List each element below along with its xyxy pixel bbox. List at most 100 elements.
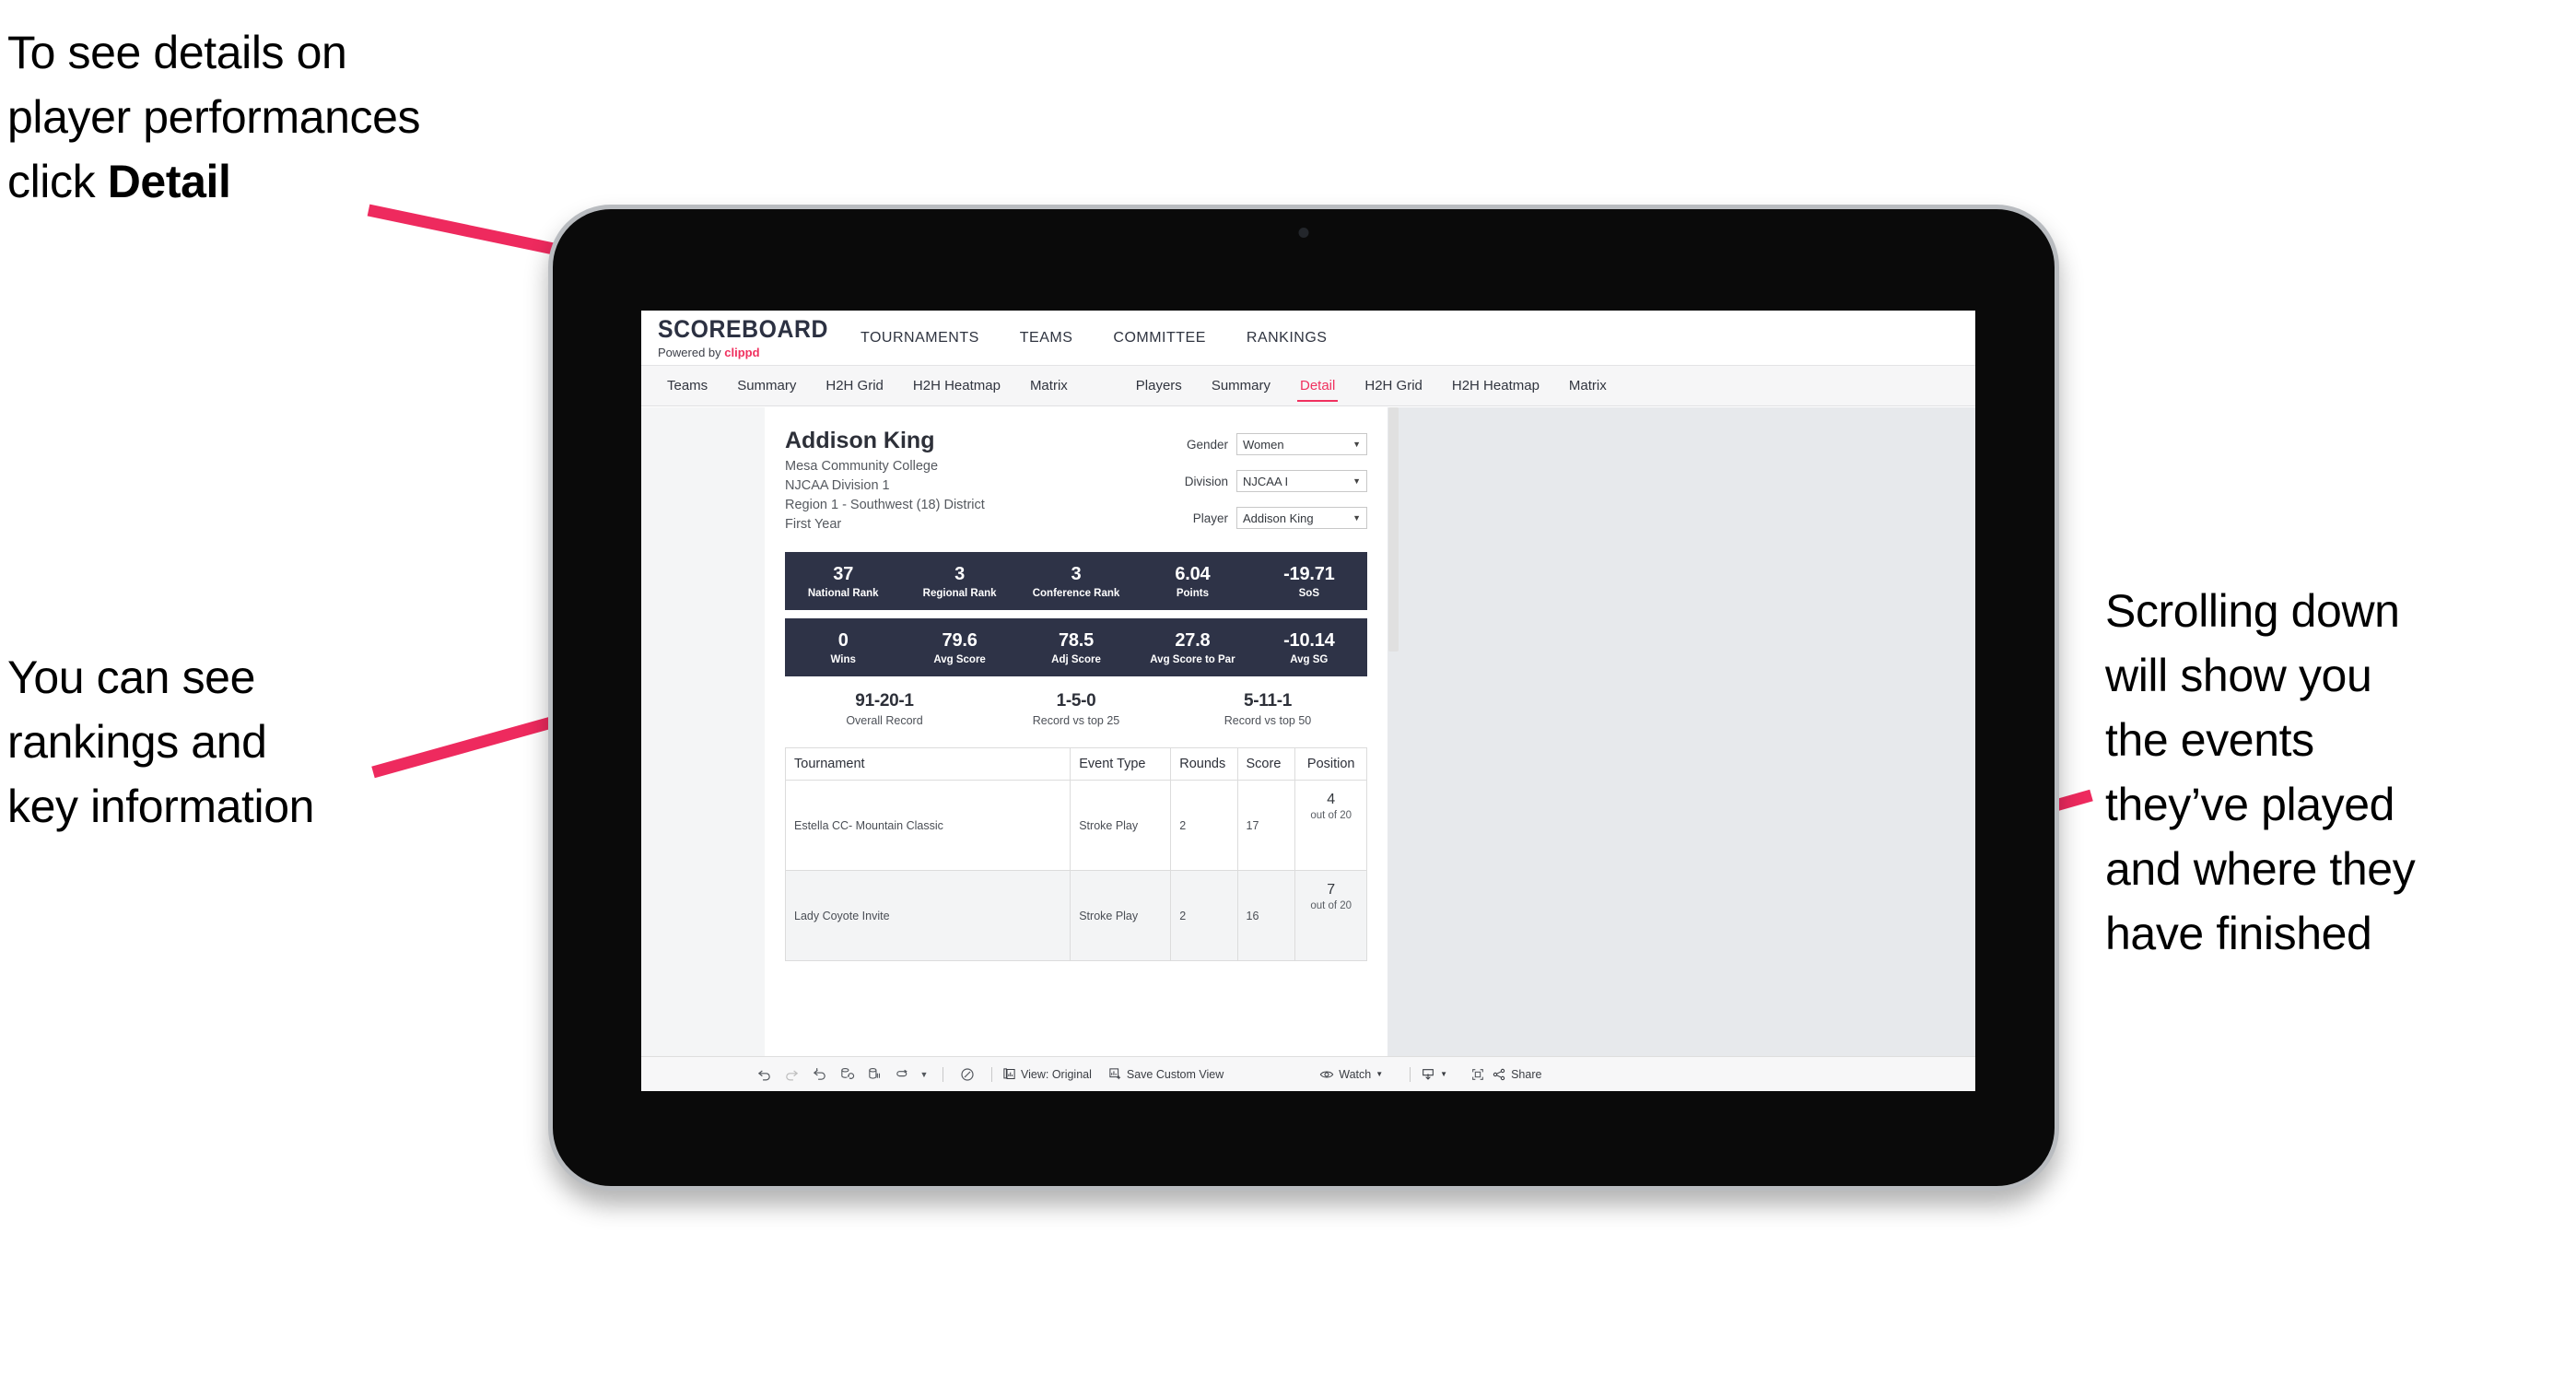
- eye-icon: [1319, 1067, 1334, 1082]
- position-value: 4: [1327, 792, 1336, 807]
- record-vs-top-50: 5-11-1 Record vs top 50: [1172, 691, 1364, 727]
- brand-title: SCOREBOARD: [658, 314, 828, 343]
- watch-button[interactable]: Watch ▼: [1319, 1067, 1383, 1082]
- share-icon: [1492, 1067, 1506, 1082]
- stat-label: Avg Score to Par: [1150, 653, 1235, 665]
- col-header-score[interactable]: Score: [1236, 747, 1296, 781]
- stat-value: 37: [833, 563, 854, 584]
- events-table-head: Tournament Event Type Rounds Score Posit…: [784, 747, 1367, 781]
- cell-rounds: 2: [1170, 780, 1238, 871]
- view-icon: [1002, 1067, 1016, 1081]
- topnav-item-teams[interactable]: TEAMS: [1000, 324, 1094, 352]
- view-original-button[interactable]: View: Original: [1002, 1067, 1092, 1081]
- filter-row-gender: Gender Women ▼: [1163, 433, 1367, 455]
- undo-icon[interactable]: [750, 1063, 778, 1086]
- fullscreen-icon[interactable]: [1464, 1063, 1492, 1086]
- topnav-item-committee[interactable]: COMMITTEE: [1093, 324, 1226, 352]
- download-button[interactable]: ▼: [1421, 1067, 1447, 1082]
- filter-select-division[interactable]: NJCAA I ▼: [1236, 470, 1367, 492]
- subnav-item-teams[interactable]: Teams: [654, 371, 720, 400]
- refresh-data-icon[interactable]: [833, 1063, 861, 1086]
- stat-value: 3: [1071, 563, 1082, 584]
- redo-icon[interactable]: [778, 1063, 805, 1086]
- subnav-item-teams-summary[interactable]: Summary: [724, 371, 809, 400]
- stat-label: Avg Score: [933, 653, 986, 665]
- presentation-mode-icon[interactable]: [954, 1063, 981, 1086]
- stat-label: Avg SG: [1290, 653, 1329, 665]
- player-name: Addison King: [785, 428, 935, 453]
- record-vs-top-25: 1-5-0 Record vs top 25: [980, 691, 1172, 727]
- pause-data-icon[interactable]: [861, 1063, 888, 1086]
- record-label: Record vs top 50: [1224, 714, 1312, 727]
- table-header-row: Tournament Event Type Rounds Score Posit…: [784, 747, 1367, 781]
- filter-value-division: NJCAA I: [1243, 474, 1289, 488]
- topnav-item-tournaments[interactable]: TOURNAMENTS: [840, 324, 1000, 352]
- workspace-left-rail: [641, 407, 765, 1056]
- callout-detail: To see details on player performances cl…: [7, 20, 597, 214]
- screenshot-root: To see details on player performances cl…: [0, 0, 2576, 1386]
- share-button[interactable]: Share: [1492, 1067, 1541, 1082]
- stat-label: Wins: [830, 653, 856, 665]
- player-year: First Year: [785, 516, 842, 532]
- subnav-item-players-summary[interactable]: Summary: [1199, 371, 1283, 400]
- subnav-item-players-detail[interactable]: Detail: [1287, 371, 1348, 402]
- chevron-down-icon[interactable]: ▼: [916, 1063, 932, 1086]
- record-value: 5-11-1: [1243, 691, 1293, 711]
- download-icon: [1421, 1067, 1435, 1082]
- callout-scrolling: Scrolling down will show you the events …: [2105, 585, 2416, 959]
- stat-value: 3: [954, 563, 966, 584]
- pan-icon[interactable]: [888, 1063, 916, 1086]
- cell-event-type: Stroke Play: [1070, 870, 1172, 961]
- stat-avg-score-to-par: 27.8 Avg Score to Par: [1134, 630, 1250, 665]
- dashboard-sheet: Addison King Mesa Community College NJCA…: [765, 407, 1399, 1056]
- sheet-vertical-scrollbar[interactable]: [1388, 407, 1399, 652]
- stat-value: 27.8: [1175, 629, 1211, 651]
- position-value: 7: [1327, 882, 1336, 898]
- callout-detail-bold: Detail: [107, 156, 231, 207]
- subnav-item-teams-matrix[interactable]: Matrix: [1017, 371, 1081, 400]
- chevron-down-icon: ▼: [1352, 476, 1361, 486]
- col-header-event-type[interactable]: Event Type: [1070, 747, 1172, 781]
- table-row[interactable]: Estella CC- Mountain Classic Stroke Play…: [784, 780, 1367, 871]
- subnav-item-players-h2h-grid[interactable]: H2H Grid: [1352, 371, 1435, 400]
- filter-select-gender[interactable]: Women ▼: [1236, 433, 1367, 455]
- filter-select-player[interactable]: Addison King ▼: [1236, 507, 1367, 529]
- col-header-tournament[interactable]: Tournament: [784, 747, 1071, 781]
- events-table: Tournament Event Type Rounds Score Posit…: [784, 747, 1367, 961]
- tablet-camera: [1298, 228, 1309, 238]
- player-identity: Addison King Mesa Community College NJCA…: [785, 428, 985, 544]
- dashboard-workspace: Addison King Mesa Community College NJCA…: [641, 407, 1975, 1056]
- stat-value: 6.04: [1175, 563, 1211, 584]
- col-header-position[interactable]: Position: [1294, 747, 1367, 781]
- subnav-item-players[interactable]: Players: [1123, 371, 1195, 400]
- brand-logo[interactable]: SCOREBOARD Powered by clippd: [641, 314, 828, 359]
- stat-value: 79.6: [942, 629, 978, 651]
- stat-regional-rank: 3 Regional Rank: [901, 564, 1017, 599]
- filter-label-division: Division: [1184, 474, 1228, 488]
- col-header-rounds[interactable]: Rounds: [1170, 747, 1238, 781]
- subnav-item-players-matrix[interactable]: Matrix: [1556, 371, 1620, 400]
- sub-navigation: Teams Summary H2H Grid H2H Heatmap Matri…: [641, 366, 1975, 406]
- table-row[interactable]: Lady Coyote Invite Stroke Play 2 16 7 ou…: [784, 870, 1367, 961]
- tableau-toolbar: ▼ View: Original Save Custom View Watch …: [641, 1056, 1975, 1091]
- record-overall: 91-20-1 Overall Record: [789, 691, 980, 727]
- stat-value: -19.71: [1283, 563, 1335, 584]
- subnav-item-teams-h2h-heatmap[interactable]: H2H Heatmap: [900, 371, 1013, 400]
- cell-position: 7 out of 20: [1294, 870, 1367, 961]
- tablet-screen: SCOREBOARD Powered by clippd TOURNAMENTS…: [641, 311, 1975, 1091]
- stat-label: Adj Score: [1051, 653, 1101, 665]
- filter-panel: Gender Women ▼ Division NJCAA I ▼ Player…: [1163, 428, 1367, 544]
- chevron-down-icon: ▼: [1352, 513, 1361, 523]
- topnav-item-rankings[interactable]: RANKINGS: [1226, 324, 1348, 352]
- revert-icon[interactable]: [805, 1063, 833, 1086]
- subnav-item-teams-h2h-grid[interactable]: H2H Grid: [813, 371, 896, 400]
- cell-tournament: Lady Coyote Invite: [784, 870, 1071, 961]
- record-label: Record vs top 25: [1032, 714, 1120, 727]
- stat-wins: 0 Wins: [785, 630, 901, 665]
- view-original-label: View: Original: [1021, 1067, 1092, 1081]
- subnav-item-players-h2h-heatmap[interactable]: H2H Heatmap: [1439, 371, 1552, 400]
- stat-label: SoS: [1298, 587, 1320, 599]
- stat-points: 6.04 Points: [1134, 564, 1250, 599]
- save-custom-view-button[interactable]: Save Custom View: [1108, 1067, 1224, 1081]
- chevron-down-icon: ▼: [1376, 1070, 1384, 1078]
